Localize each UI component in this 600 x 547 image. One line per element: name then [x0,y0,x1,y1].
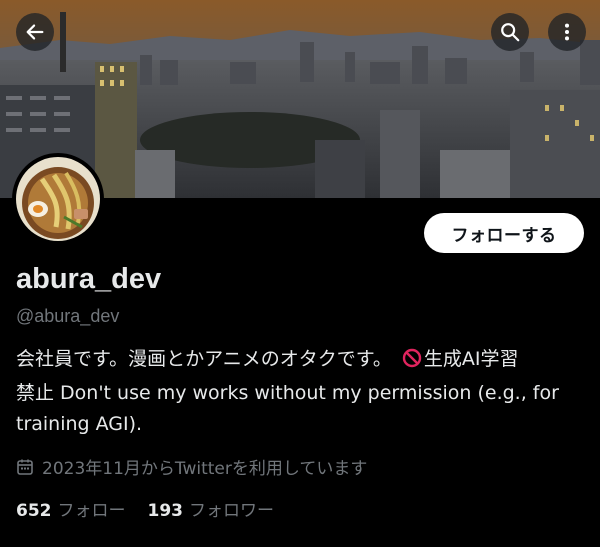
following-link[interactable]: 652 フォロー [16,496,126,521]
no-entry-icon [402,347,422,378]
bio-text-part1: 会社員です。漫画とかアニメのオタクです。 [16,348,392,370]
profile-avatar[interactable] [12,153,104,245]
arrow-left-icon [26,24,44,40]
followers-count: 193 [147,501,184,521]
followers-label: フォロワー [189,501,274,521]
search-button[interactable] [491,13,529,51]
joined-date: 2023年11月からTwitterを利用しています [16,454,367,479]
profile-bio: 会社員です。漫画とかアニメのオタクです。 生成AI学習 禁止 Don't use… [16,344,588,440]
calendar-icon [17,459,33,475]
more-options-button[interactable] [548,13,586,51]
follow-stats: 652 フォロー 193 フォロワー [16,496,274,521]
bio-text-part3: 禁止 Don't use my works without my permiss… [16,382,559,435]
following-label: フォロー [57,501,126,521]
search-icon [501,23,520,42]
back-button[interactable] [16,13,54,51]
followers-link[interactable]: 193 フォロワー [148,496,275,521]
joined-text: 2023年11月からTwitterを利用しています [42,459,368,479]
follow-button[interactable]: フォローする [424,213,584,253]
following-count: 652 [16,501,52,521]
more-vertical-icon [564,23,570,41]
username-handle: @abura_dev [16,306,120,326]
bio-text-part2: 生成AI学習 [423,348,519,370]
display-name: abura_dev [16,263,162,295]
